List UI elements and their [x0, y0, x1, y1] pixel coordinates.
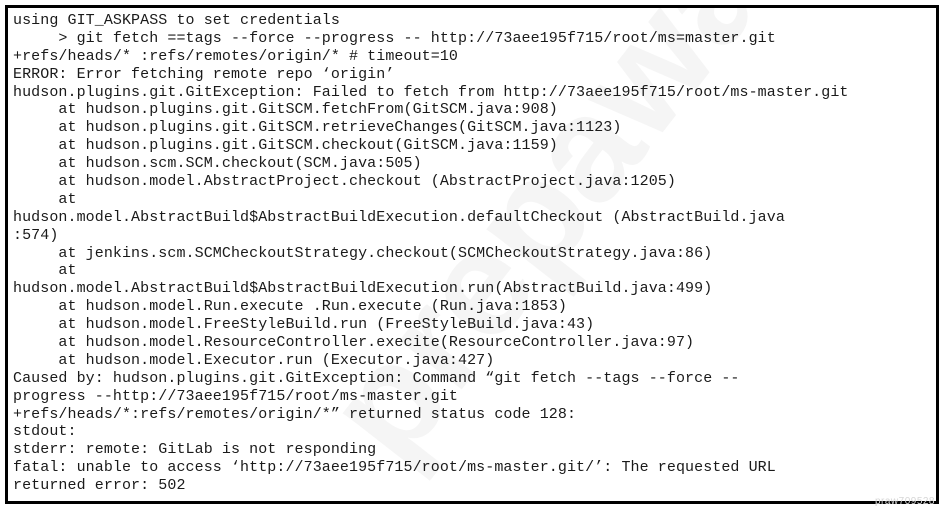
log-line-fatal: fatal: unable to access ‘http://73aee195… [13, 459, 776, 477]
log-line-status-code: +refs/heads/*:refs/remotes/origin/*” ret… [13, 405, 577, 423]
log-line-error: ERROR: Error fetching remote repo ‘origi… [13, 65, 395, 83]
console-log-panel: prepaway using GIT_ASKPASS to set creden… [5, 5, 939, 504]
console-log-text: using GIT_ASKPASS to set credentials > g… [13, 12, 849, 495]
log-line-stack-frame: at hudson.model.Run.execute .Run.execute… [13, 298, 567, 316]
log-line-stack-frame: at hudson.plugins.git.GitSCM.fetchFrom(G… [13, 101, 558, 119]
log-line-stdout: stdout: [13, 423, 77, 441]
log-line-git-exception: hudson.plugins.git.GitException: Failed … [13, 83, 849, 101]
log-line-refspec: +refs/heads/* :refs/remotes/origin/* # t… [13, 47, 458, 65]
log-line-caused-by: Caused by: hudson.plugins.git.GitExcepti… [13, 369, 740, 387]
log-line-stack-frame: at jenkins.scm.SCMCheckoutStrategy.check… [13, 244, 713, 262]
log-line-stack-frame: at hudson.scm.SCM.checkout(SCM.java:505) [13, 155, 422, 173]
log-line-stack-frame: at hudson.model.ResourceController.execi… [13, 334, 695, 352]
log-line-stack-frame-continued: :574) [13, 226, 59, 244]
log-line-stderr: stderr: remote: GitLab is not responding [13, 441, 377, 459]
log-line-caused-by-continued: progress --http://73aee195f715/root/ms-m… [13, 387, 458, 405]
log-line-git-askpass: using GIT_ASKPASS to set credentials [13, 12, 340, 29]
log-line-stack-frame: at [13, 190, 77, 208]
log-line-stack-frame: at hudson.model.Executor.run (Executor.j… [13, 351, 495, 369]
log-line-git-fetch-command: > git fetch ==tags --force --progress --… [13, 29, 776, 47]
log-line-stack-frame: at hudson.model.FreeStyleBuild.run (Free… [13, 316, 595, 334]
corner-watermark: praw709528 [874, 496, 935, 507]
log-line-stack-frame: at hudson.plugins.git.GitSCM.retrieveCha… [13, 119, 622, 137]
log-line-returned-error: returned error: 502 [13, 477, 186, 495]
log-line-stack-frame: at hudson.plugins.git.GitSCM.checkout(Gi… [13, 137, 558, 155]
log-line-stack-frame: at [13, 262, 77, 280]
log-line-stack-frame: at hudson.model.AbstractProject.checkout… [13, 173, 676, 191]
log-line-stack-frame: hudson.model.AbstractBuild$AbstractBuild… [13, 280, 713, 298]
log-line-stack-frame: hudson.model.AbstractBuild$AbstractBuild… [13, 208, 785, 226]
